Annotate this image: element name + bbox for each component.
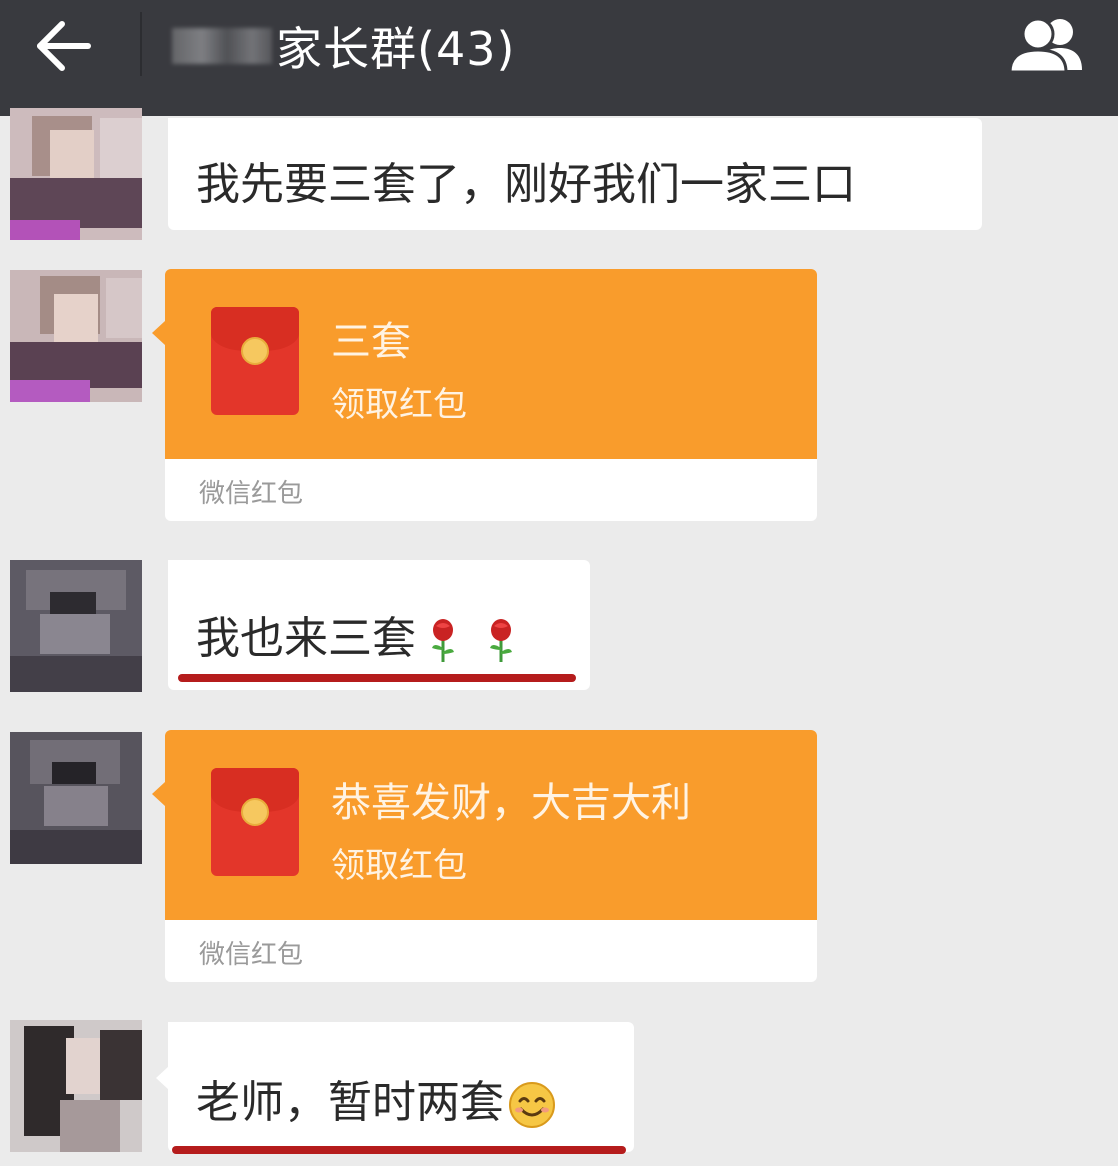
chat-title: 家长群(43) — [172, 14, 515, 78]
avatar[interactable] — [10, 1020, 142, 1152]
rose-icon — [428, 618, 458, 664]
arrow-left-icon — [37, 21, 91, 71]
red-envelope-icon — [211, 307, 299, 415]
highlight-underline — [178, 674, 576, 682]
red-packet-title: 三套 — [331, 319, 411, 365]
message-text-content: 我也来三套 — [196, 613, 416, 664]
highlight-underline — [172, 1146, 626, 1154]
message-text: 我先要三套了，刚好我们一家三口 — [196, 159, 856, 210]
smile-icon — [508, 1081, 556, 1129]
red-packet-message[interactable]: 恭喜发财，大吉大利 领取红包 微信红包 — [152, 730, 817, 982]
message-bubble[interactable]: 我先要三套了，刚好我们一家三口 — [168, 118, 982, 230]
avatar[interactable] — [10, 108, 142, 240]
bubble-arrow — [152, 321, 165, 345]
red-packet-body: 恭喜发财，大吉大利 领取红包 — [152, 730, 817, 920]
message-text: 我也来三套 — [196, 602, 516, 666]
message-bubble[interactable]: 我也来三套 — [168, 560, 590, 690]
red-packet-message[interactable]: 三套 领取红包 微信红包 — [152, 269, 817, 521]
red-packet-action: 领取红包 — [331, 846, 467, 886]
red-packet-title: 恭喜发财，大吉大利 — [331, 780, 691, 826]
red-packet-body: 三套 领取红包 — [152, 269, 817, 459]
red-packet-footer: 微信红包 — [165, 920, 817, 982]
group-members-button[interactable] — [998, 8, 1098, 78]
red-envelope-icon — [211, 768, 299, 876]
avatar[interactable] — [10, 270, 142, 402]
group-members-icon — [1008, 17, 1082, 74]
red-packet-brand: 微信红包 — [199, 940, 304, 970]
back-button[interactable] — [20, 10, 110, 82]
red-packet-footer: 微信红包 — [165, 459, 817, 521]
header-divider — [140, 12, 142, 76]
chat-title-text: 家长群(43) — [276, 22, 516, 76]
blurred-group-name — [172, 28, 272, 64]
avatar[interactable] — [10, 732, 142, 864]
bubble-arrow — [152, 782, 165, 806]
red-packet-action: 领取红包 — [331, 385, 467, 425]
rose-icon — [486, 618, 516, 664]
chat-header: 家长群(43) — [0, 0, 1118, 116]
red-packet-brand: 微信红包 — [199, 479, 304, 509]
message-bubble[interactable]: 老师，暂时两套 — [156, 1022, 634, 1152]
message-text-content: 老师，暂时两套 — [196, 1077, 504, 1128]
message-text: 老师，暂时两套 — [196, 1066, 556, 1130]
avatar[interactable] — [10, 560, 142, 692]
